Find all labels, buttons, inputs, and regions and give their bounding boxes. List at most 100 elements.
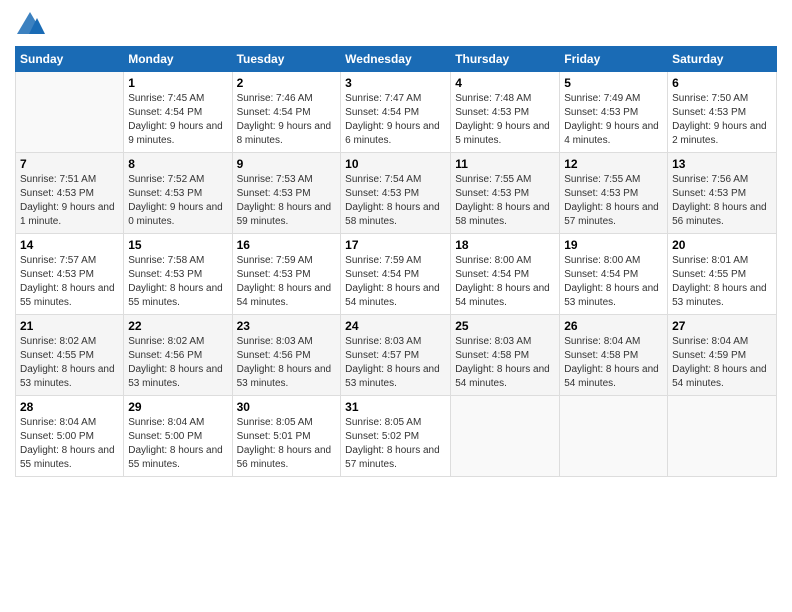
day-info: Sunrise: 8:04 AMSunset: 4:59 PMDaylight:… [672, 335, 772, 391]
day-number: 17 [345, 238, 446, 252]
day-header-sunday: Sunday [16, 47, 124, 72]
week-row-4: 28 Sunrise: 8:04 AMSunset: 5:00 PMDayligh… [16, 396, 777, 477]
calendar-cell: 17 Sunrise: 7:59 AMSunset: 4:54 PMDayligh… [341, 234, 451, 315]
day-number: 28 [20, 400, 119, 414]
calendar-page: SundayMondayTuesdayWednesdayThursdayFrid… [0, 0, 792, 612]
calendar-cell: 18 Sunrise: 8:00 AMSunset: 4:54 PMDayligh… [451, 234, 560, 315]
week-row-1: 7 Sunrise: 7:51 AMSunset: 4:53 PMDaylight… [16, 153, 777, 234]
day-number: 3 [345, 76, 446, 90]
day-number: 9 [237, 157, 337, 171]
day-header-monday: Monday [124, 47, 232, 72]
calendar-cell: 12Sunrise: 7:55 AMSunset: 4:53 PMDayligh… [560, 153, 668, 234]
day-info: Sunrise: 7:57 AMSunset: 4:53 PMDaylight:… [20, 254, 119, 310]
calendar-cell: 4 Sunrise: 7:48 AMSunset: 4:53 PMDaylight… [451, 72, 560, 153]
calendar-cell: 28 Sunrise: 8:04 AMSunset: 5:00 PMDayligh… [16, 396, 124, 477]
day-info: Sunrise: 7:53 AMSunset: 4:53 PMDaylight:… [237, 173, 337, 229]
day-info: Sunrise: 8:01 AMSunset: 4:55 PMDaylight:… [672, 254, 772, 310]
day-number: 23 [237, 319, 337, 333]
day-info: Sunrise: 7:49 AMSunset: 4:53 PMDaylight:… [564, 92, 663, 148]
day-info: Sunrise: 7:55 AMSunset: 4:53 PMDaylight:… [564, 173, 663, 229]
calendar-cell: 11Sunrise: 7:55 AMSunset: 4:53 PMDayligh… [451, 153, 560, 234]
calendar-cell: 19 Sunrise: 8:00 AMSunset: 4:54 PMDayligh… [560, 234, 668, 315]
calendar-table: SundayMondayTuesdayWednesdayThursdayFrid… [15, 46, 777, 477]
calendar-cell: 31 Sunrise: 8:05 AMSunset: 5:02 PMDayligh… [341, 396, 451, 477]
calendar-cell: 6Sunrise: 7:50 AMSunset: 4:53 PMDaylight… [668, 72, 777, 153]
day-info: Sunrise: 7:47 AMSunset: 4:54 PMDaylight:… [345, 92, 446, 148]
day-info: Sunrise: 8:05 AMSunset: 5:01 PMDaylight:… [237, 416, 337, 472]
day-number: 27 [672, 319, 772, 333]
day-number: 14 [20, 238, 119, 252]
calendar-cell [668, 396, 777, 477]
day-info: Sunrise: 7:46 AMSunset: 4:54 PMDaylight:… [237, 92, 337, 148]
day-number: 15 [128, 238, 227, 252]
calendar-cell: 25Sunrise: 8:03 AMSunset: 4:58 PMDayligh… [451, 315, 560, 396]
calendar-cell: 22Sunrise: 8:02 AMSunset: 4:56 PMDayligh… [124, 315, 232, 396]
calendar-cell: 21 Sunrise: 8:02 AMSunset: 4:55 PMDayligh… [16, 315, 124, 396]
calendar-cell: 10 Sunrise: 7:54 AMSunset: 4:53 PMDayligh… [341, 153, 451, 234]
day-number: 30 [237, 400, 337, 414]
day-number: 6 [672, 76, 772, 90]
calendar-cell: 26Sunrise: 8:04 AMSunset: 4:58 PMDayligh… [560, 315, 668, 396]
day-info: Sunrise: 8:04 AMSunset: 5:00 PMDaylight:… [20, 416, 119, 472]
day-info: Sunrise: 7:56 AMSunset: 4:53 PMDaylight:… [672, 173, 772, 229]
day-number: 26 [564, 319, 663, 333]
day-info: Sunrise: 7:59 AMSunset: 4:53 PMDaylight:… [237, 254, 337, 310]
day-number: 4 [455, 76, 555, 90]
day-info: Sunrise: 8:04 AMSunset: 5:00 PMDaylight:… [128, 416, 227, 472]
day-number: 25 [455, 319, 555, 333]
calendar-cell: 15 Sunrise: 7:58 AMSunset: 4:53 PMDayligh… [124, 234, 232, 315]
days-header-row: SundayMondayTuesdayWednesdayThursdayFrid… [16, 47, 777, 72]
day-info: Sunrise: 8:03 AMSunset: 4:57 PMDaylight:… [345, 335, 446, 391]
day-info: Sunrise: 7:54 AMSunset: 4:53 PMDaylight:… [345, 173, 446, 229]
logo-icon [15, 10, 45, 38]
day-number: 31 [345, 400, 446, 414]
week-row-3: 21 Sunrise: 8:02 AMSunset: 4:55 PMDayligh… [16, 315, 777, 396]
calendar-cell: 1 Sunrise: 7:45 AMSunset: 4:54 PMDaylight… [124, 72, 232, 153]
day-header-wednesday: Wednesday [341, 47, 451, 72]
day-info: Sunrise: 8:02 AMSunset: 4:56 PMDaylight:… [128, 335, 227, 391]
calendar-cell: 5 Sunrise: 7:49 AMSunset: 4:53 PMDaylight… [560, 72, 668, 153]
day-info: Sunrise: 7:59 AMSunset: 4:54 PMDaylight:… [345, 254, 446, 310]
day-info: Sunrise: 7:55 AMSunset: 4:53 PMDaylight:… [455, 173, 555, 229]
calendar-cell: 20 Sunrise: 8:01 AMSunset: 4:55 PMDayligh… [668, 234, 777, 315]
calendar-cell: 9 Sunrise: 7:53 AMSunset: 4:53 PMDaylight… [232, 153, 341, 234]
calendar-cell: 30 Sunrise: 8:05 AMSunset: 5:01 PMDayligh… [232, 396, 341, 477]
day-info: Sunrise: 7:51 AMSunset: 4:53 PMDaylight:… [20, 173, 119, 229]
day-header-thursday: Thursday [451, 47, 560, 72]
calendar-cell: 2 Sunrise: 7:46 AMSunset: 4:54 PMDaylight… [232, 72, 341, 153]
day-info: Sunrise: 7:45 AMSunset: 4:54 PMDaylight:… [128, 92, 227, 148]
calendar-cell: 3 Sunrise: 7:47 AMSunset: 4:54 PMDaylight… [341, 72, 451, 153]
calendar-cell [560, 396, 668, 477]
calendar-cell: 16 Sunrise: 7:59 AMSunset: 4:53 PMDayligh… [232, 234, 341, 315]
day-number: 16 [237, 238, 337, 252]
day-number: 2 [237, 76, 337, 90]
week-row-0: 1 Sunrise: 7:45 AMSunset: 4:54 PMDaylight… [16, 72, 777, 153]
calendar-cell: 7 Sunrise: 7:51 AMSunset: 4:53 PMDaylight… [16, 153, 124, 234]
calendar-cell: 14 Sunrise: 7:57 AMSunset: 4:53 PMDayligh… [16, 234, 124, 315]
day-info: Sunrise: 8:02 AMSunset: 4:55 PMDaylight:… [20, 335, 119, 391]
logo [15, 10, 49, 38]
day-number: 8 [128, 157, 227, 171]
day-number: 1 [128, 76, 227, 90]
day-number: 21 [20, 319, 119, 333]
week-row-2: 14 Sunrise: 7:57 AMSunset: 4:53 PMDayligh… [16, 234, 777, 315]
day-info: Sunrise: 8:03 AMSunset: 4:56 PMDaylight:… [237, 335, 337, 391]
day-number: 29 [128, 400, 227, 414]
day-number: 18 [455, 238, 555, 252]
day-info: Sunrise: 7:48 AMSunset: 4:53 PMDaylight:… [455, 92, 555, 148]
calendar-cell: 27 Sunrise: 8:04 AMSunset: 4:59 PMDayligh… [668, 315, 777, 396]
day-number: 5 [564, 76, 663, 90]
day-header-friday: Friday [560, 47, 668, 72]
day-number: 10 [345, 157, 446, 171]
day-number: 7 [20, 157, 119, 171]
day-info: Sunrise: 8:00 AMSunset: 4:54 PMDaylight:… [564, 254, 663, 310]
calendar-cell: 23 Sunrise: 8:03 AMSunset: 4:56 PMDayligh… [232, 315, 341, 396]
day-number: 20 [672, 238, 772, 252]
day-info: Sunrise: 7:58 AMSunset: 4:53 PMDaylight:… [128, 254, 227, 310]
calendar-cell: 13Sunrise: 7:56 AMSunset: 4:53 PMDayligh… [668, 153, 777, 234]
day-info: Sunrise: 8:00 AMSunset: 4:54 PMDaylight:… [455, 254, 555, 310]
day-number: 19 [564, 238, 663, 252]
day-header-tuesday: Tuesday [232, 47, 341, 72]
day-info: Sunrise: 8:05 AMSunset: 5:02 PMDaylight:… [345, 416, 446, 472]
calendar-cell [451, 396, 560, 477]
